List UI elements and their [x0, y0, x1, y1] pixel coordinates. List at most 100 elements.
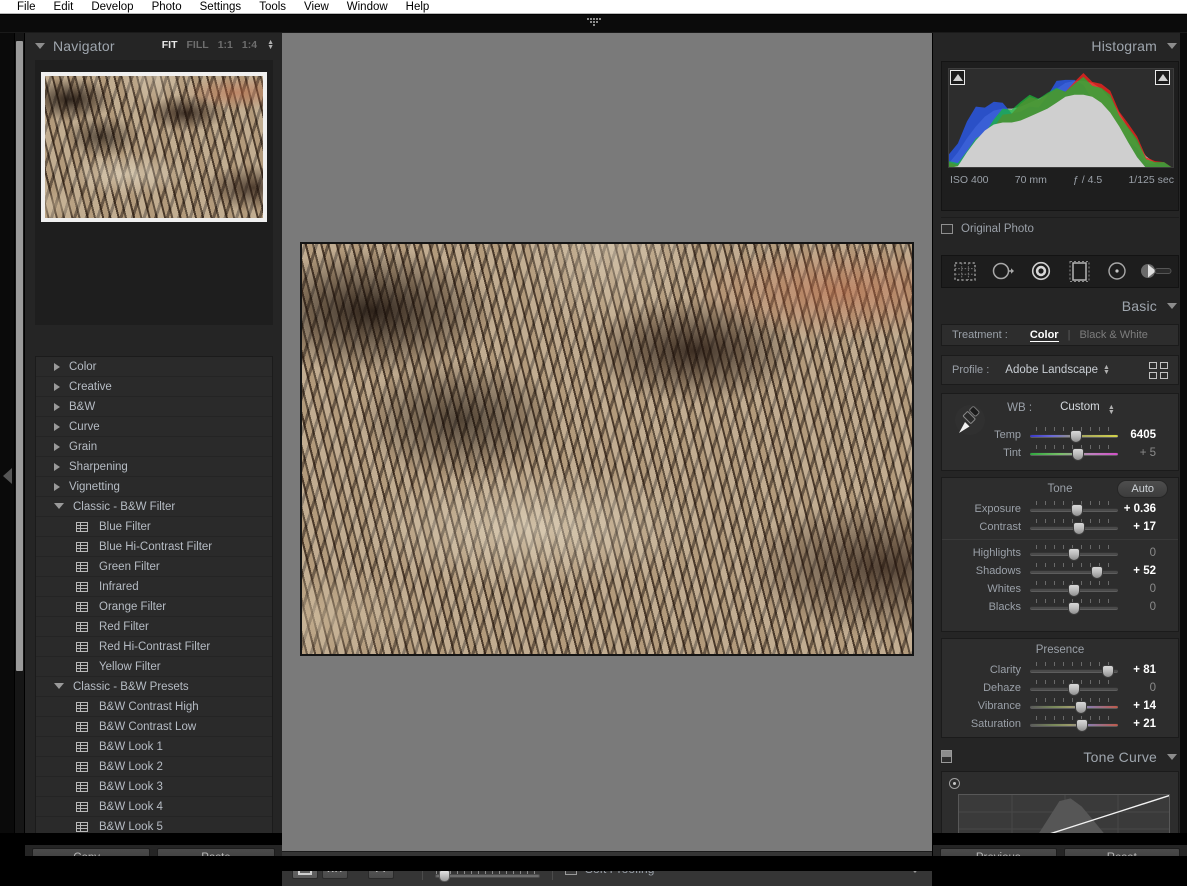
- slider-handle[interactable]: [1068, 548, 1080, 561]
- slider-track-wrap[interactable]: [1030, 679, 1118, 697]
- slider-value[interactable]: 0: [1118, 601, 1166, 613]
- menu-item-view[interactable]: View: [295, 0, 338, 14]
- zoom-level-fill[interactable]: FILL: [187, 39, 209, 51]
- slider-track-wrap[interactable]: [1030, 426, 1118, 444]
- slider-value[interactable]: 0: [1118, 547, 1166, 559]
- slider-handle[interactable]: [1068, 683, 1080, 696]
- slider-row[interactable]: Contrast+ 17: [942, 518, 1178, 536]
- preset-item[interactable]: Blue Hi-Contrast Filter: [36, 537, 272, 557]
- slider-value[interactable]: 6405: [1118, 429, 1166, 441]
- slider-value[interactable]: + 17: [1118, 521, 1166, 533]
- chevron-down-icon[interactable]: [1167, 754, 1177, 760]
- spot-removal-tool[interactable]: [988, 260, 1018, 283]
- slider-row[interactable]: Blacks0: [942, 598, 1178, 616]
- slider-row[interactable]: Temp6405: [942, 426, 1180, 444]
- slider-row[interactable]: Tint+ 5: [942, 444, 1180, 462]
- preset-item[interactable]: B&W Contrast High: [36, 697, 272, 717]
- slider-row[interactable]: Dehaze0: [942, 679, 1178, 697]
- slider-handle[interactable]: [1068, 602, 1080, 615]
- left-panel-scrollbar-thumb[interactable]: [16, 41, 23, 671]
- slider-handle[interactable]: [1068, 584, 1080, 597]
- preset-group[interactable]: Sharpening: [36, 457, 272, 477]
- preset-group[interactable]: Creative: [36, 377, 272, 397]
- preset-item[interactable]: Orange Filter: [36, 597, 272, 617]
- slider-row[interactable]: Whites0: [942, 580, 1178, 598]
- slider-track[interactable]: [1030, 723, 1118, 727]
- slider-row[interactable]: Exposure+ 0.36: [942, 500, 1178, 518]
- tone-curve-plot[interactable]: [958, 794, 1170, 833]
- slider-track-wrap[interactable]: [1030, 562, 1118, 580]
- zoom-level-stepper-icon[interactable]: ▲▼: [267, 40, 274, 50]
- basic-panel-header[interactable]: Basic: [933, 293, 1187, 319]
- menu-item-window[interactable]: Window: [338, 0, 397, 14]
- slider-handle[interactable]: [1091, 566, 1103, 579]
- slider-handle[interactable]: [1071, 504, 1083, 517]
- chevron-right-icon[interactable]: [54, 423, 60, 431]
- zoom-level-1-4[interactable]: 1:4: [242, 39, 257, 51]
- panel-enable-switch[interactable]: [941, 750, 952, 763]
- preset-item[interactable]: B&W Look 5: [36, 817, 272, 833]
- menu-item-help[interactable]: Help: [397, 0, 439, 14]
- slider-track-wrap[interactable]: [1030, 518, 1118, 536]
- slider-track-wrap[interactable]: [1030, 661, 1118, 679]
- left-panel-scrollbar[interactable]: [15, 33, 24, 833]
- original-photo-checkbox[interactable]: [941, 224, 953, 234]
- preset-item[interactable]: B&W Look 3: [36, 777, 272, 797]
- red-eye-correction-tool[interactable]: [1026, 260, 1056, 283]
- preset-item[interactable]: Yellow Filter: [36, 657, 272, 677]
- chevron-right-icon[interactable]: [54, 403, 60, 411]
- preset-item[interactable]: B&W Look 4: [36, 797, 272, 817]
- main-photo[interactable]: [300, 242, 914, 656]
- chevron-down-icon[interactable]: [1167, 43, 1177, 49]
- slider-handle[interactable]: [1076, 719, 1088, 732]
- chevron-right-icon[interactable]: [54, 363, 60, 371]
- slider-value[interactable]: 0: [1118, 583, 1166, 595]
- masking-tool[interactable]: [1064, 260, 1094, 283]
- menu-item-tools[interactable]: Tools: [250, 0, 295, 14]
- profile-browser-icon[interactable]: [1149, 362, 1168, 379]
- preset-item[interactable]: Red Filter: [36, 617, 272, 637]
- shadow-clipping-indicator[interactable]: [950, 70, 965, 85]
- slider-handle[interactable]: [1070, 430, 1082, 443]
- zoom-level-fit[interactable]: FIT: [162, 39, 178, 51]
- preset-group[interactable]: Vignetting: [36, 477, 272, 497]
- slider-handle[interactable]: [1102, 665, 1114, 678]
- chevron-right-icon[interactable]: [54, 483, 60, 491]
- chevron-down-icon[interactable]: [1167, 303, 1177, 309]
- navigator-thumbnail[interactable]: [41, 72, 267, 222]
- slider-track[interactable]: [1030, 705, 1118, 709]
- menu-item-edit[interactable]: Edit: [45, 0, 83, 14]
- slider-value[interactable]: + 81: [1118, 664, 1166, 676]
- preset-group[interactable]: Grain: [36, 437, 272, 457]
- preset-group[interactable]: Curve: [36, 417, 272, 437]
- auto-tone-button[interactable]: Auto: [1117, 480, 1168, 498]
- slider-value[interactable]: + 21: [1118, 718, 1166, 730]
- zoom-slider-handle[interactable]: [439, 870, 450, 882]
- chevron-right-icon[interactable]: [54, 383, 60, 391]
- slider-handle[interactable]: [1073, 522, 1085, 535]
- collapse-left-panel-icon[interactable]: [3, 468, 12, 484]
- zoom-level-1-1[interactable]: 1:1: [218, 39, 233, 51]
- preset-group[interactable]: Classic - B&W Presets: [36, 677, 272, 697]
- treatment-option-color[interactable]: Color: [1030, 329, 1059, 342]
- white-balance-stepper-icon[interactable]: ▲▼: [1108, 405, 1115, 415]
- menu-item-photo[interactable]: Photo: [143, 0, 191, 14]
- slider-value[interactable]: + 5: [1118, 447, 1166, 459]
- slider-handle[interactable]: [1075, 701, 1087, 714]
- preset-item[interactable]: Blue Filter: [36, 517, 272, 537]
- slider-track-wrap[interactable]: [1030, 500, 1118, 518]
- preset-group[interactable]: Color: [36, 357, 272, 377]
- filmstrip-toggle-handle[interactable]: [587, 18, 601, 27]
- slider-row[interactable]: Vibrance+ 14: [942, 697, 1178, 715]
- chevron-right-icon[interactable]: [54, 443, 60, 451]
- image-canvas[interactable]: [282, 33, 932, 851]
- slider-track-wrap[interactable]: [1030, 697, 1118, 715]
- slider-value[interactable]: 0: [1118, 682, 1166, 694]
- slider-row[interactable]: Shadows+ 52: [942, 562, 1178, 580]
- chevron-right-icon[interactable]: [54, 463, 60, 471]
- slider-track[interactable]: [1030, 570, 1118, 574]
- preset-item[interactable]: Green Filter: [36, 557, 272, 577]
- chevron-down-icon[interactable]: [54, 503, 64, 509]
- preset-item[interactable]: B&W Look 2: [36, 757, 272, 777]
- white-balance-value[interactable]: Custom ▲▼: [1060, 401, 1115, 415]
